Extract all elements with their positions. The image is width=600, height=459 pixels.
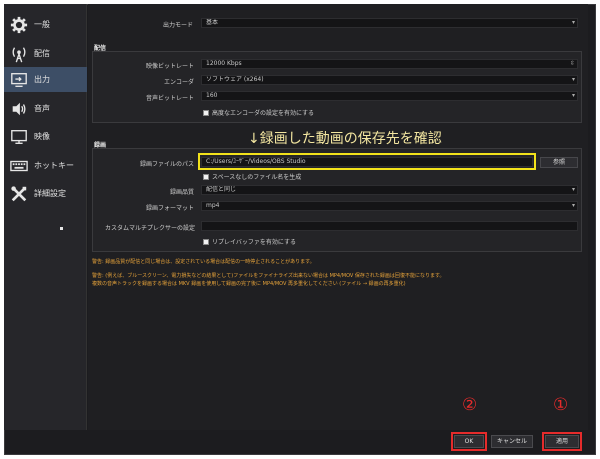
recording-format-value: mp4: [206, 202, 220, 209]
encoder-value: ソフトウェア (x264): [206, 76, 264, 83]
sidebar-marker: [60, 227, 63, 230]
checkbox-box[interactable]: [203, 109, 209, 116]
output-mode-select[interactable]: 基本 ▾: [201, 18, 578, 28]
warning-quality: 警告: 録画品質が配信と同じ場合は、設定されている場合は配信の一時停止されること…: [92, 259, 315, 265]
settings-sidebar: 一般 配信 出力 音声 映像 ホットキー 詳細設定: [4, 4, 87, 430]
advanced-encoder-checkbox[interactable]: 高度なエンコーダの設定を有効にする: [203, 108, 314, 117]
video-bitrate-field[interactable]: 12000 Kbps ⇳: [201, 59, 578, 69]
chevron-down-icon: ▾: [571, 186, 575, 193]
checkbox-box[interactable]: [203, 173, 209, 180]
recording-format-label: 録画フォーマット: [145, 205, 194, 212]
sidebar-item-label: ホットキー: [34, 161, 74, 170]
sidebar-item-label: 一般: [34, 20, 50, 29]
sidebar-item-audio[interactable]: 音声: [4, 96, 87, 121]
cancel-button[interactable]: キャンセル: [491, 435, 533, 448]
recording-quality-select[interactable]: 配信と同じ ▾: [201, 185, 578, 195]
sidebar-item-stream[interactable]: 配信: [4, 41, 87, 66]
chevron-down-icon: ▾: [571, 92, 575, 99]
sidebar-item-label: 出力: [34, 75, 50, 84]
ok-button-highlight: [451, 432, 487, 451]
sidebar-item-label: 詳細設定: [34, 189, 66, 198]
ok-step-marker: ②: [462, 395, 478, 415]
video-bitrate-label: 映像ビットレート: [145, 63, 194, 70]
audio-bitrate-select[interactable]: 160 ▾: [201, 91, 578, 101]
video-bitrate-value: 12000 Kbps: [206, 60, 242, 67]
encoder-select[interactable]: ソフトウェア (x264) ▾: [201, 75, 578, 85]
audio-bitrate-value: 160: [206, 92, 218, 99]
sidebar-item-general[interactable]: 一般: [4, 12, 87, 37]
sidebar-item-label: 音声: [34, 104, 50, 113]
output-mode-value: 基本: [206, 19, 219, 26]
audio-bitrate-label: 音声ビットレート: [145, 95, 194, 102]
sidebar-item-hotkeys[interactable]: ホットキー: [4, 153, 87, 178]
path-highlight-box: [198, 153, 536, 170]
encoder-label: エンコーダ: [163, 79, 194, 86]
sidebar-item-video[interactable]: 映像: [4, 124, 87, 149]
checkbox-label: スペースなしのファイル名を生成: [212, 174, 302, 181]
broadcast-icon: [8, 44, 30, 64]
speaker-icon: [8, 99, 30, 119]
nospace-filename-checkbox[interactable]: スペースなしのファイル名を生成: [203, 172, 301, 181]
checkbox-label: リプレイバッファを有効にする: [212, 239, 296, 246]
tools-icon: [8, 184, 30, 204]
recording-path-label: 録画ファイルのパス: [139, 161, 194, 168]
muxer-settings-label: カスタムマルチプレクサーの設定: [104, 225, 195, 232]
checkbox-box[interactable]: [203, 238, 209, 245]
browse-button[interactable]: 参照: [540, 157, 578, 168]
warning-mkv: 複数の音声トラックを録画する場合は MKV 録画を使用して録画の完了後に MP4…: [92, 281, 406, 287]
chevron-down-icon: ▾: [571, 202, 575, 209]
output-settings-panel: 出力モード 基本 ▾ 配信 映像ビットレート 12000 Kbps ⇳ エンコー…: [88, 4, 588, 430]
recording-format-select[interactable]: mp4 ▾: [201, 201, 578, 211]
recording-quality-label: 録画品質: [169, 189, 194, 196]
warning-mp4: 警告: (例えば、ブルースクリーン、電力損失などの結果として)ファイルをファイナ…: [92, 273, 445, 279]
keyboard-icon: [8, 156, 30, 176]
annotation-text: ↓録画した動画の保存先を確認: [248, 131, 442, 147]
muxer-settings-input[interactable]: [201, 221, 578, 231]
recording-quality-value: 配信と同じ: [206, 186, 237, 193]
spinner-icon[interactable]: ⇳: [570, 60, 575, 68]
chevron-down-icon: ▾: [571, 19, 575, 26]
sidebar-item-label: 映像: [34, 132, 50, 141]
output-icon: [8, 70, 30, 90]
chevron-down-icon: ▾: [571, 76, 575, 83]
sidebar-item-output[interactable]: 出力: [4, 67, 87, 92]
gear-icon: [8, 15, 30, 35]
checkbox-label: 高度なエンコーダの設定を有効にする: [212, 110, 315, 117]
replay-buffer-checkbox[interactable]: リプレイバッファを有効にする: [203, 237, 296, 246]
apply-button-highlight: [542, 432, 582, 451]
monitor-icon: [8, 127, 30, 147]
output-mode-label: 出力モード: [162, 22, 193, 29]
apply-step-marker: ①: [553, 395, 569, 415]
sidebar-item-advanced[interactable]: 詳細設定: [4, 181, 87, 206]
sidebar-item-label: 配信: [34, 49, 50, 58]
